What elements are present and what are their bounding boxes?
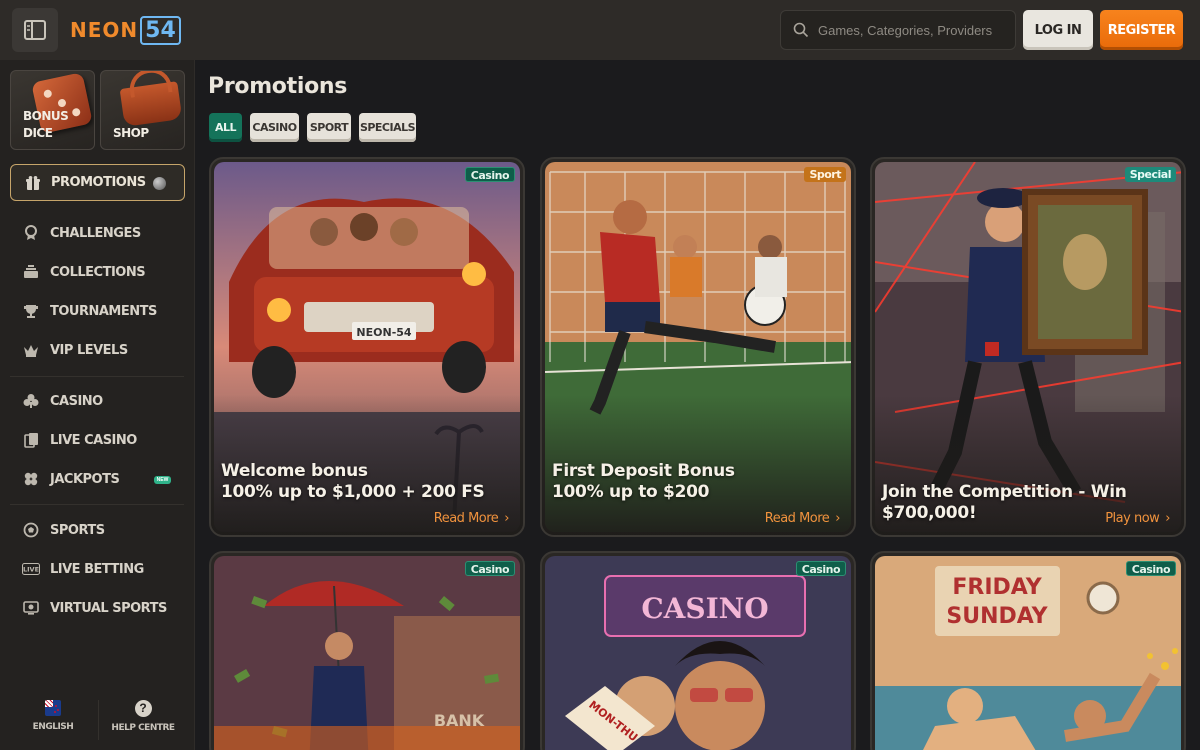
promo-card-casino-2[interactable]: CASINO MON-THU Casino [540, 551, 856, 750]
filter-specials[interactable]: SPECIALS [359, 113, 416, 142]
sidebar: BONUS DICE SHOP PROMOTIONS CHALLENGES COL… [0, 60, 195, 750]
coin-icon [153, 177, 166, 190]
license-plate-text: NEON-54 [356, 326, 411, 339]
sidebar-item-live-betting[interactable]: LIVE LIVE BETTING [22, 560, 144, 578]
logo-number: 54 [140, 15, 181, 45]
language-label: ENGLISH [32, 722, 74, 732]
category-badge: Special [1124, 167, 1176, 182]
category-badge: Casino [464, 561, 515, 576]
live-icon: LIVE [22, 560, 40, 578]
crown-icon [22, 341, 40, 359]
sidebar-item-live-casino[interactable]: LIVE CASINO [22, 431, 137, 449]
filter-all[interactable]: ALL [209, 113, 242, 142]
nz-flag-icon [45, 700, 61, 716]
collection-icon [22, 263, 40, 281]
help-label: HELP CENTRE [111, 723, 175, 733]
category-badge: Casino [464, 167, 515, 182]
promo-card-casino-1[interactable]: BANK Casino [209, 551, 525, 750]
chevron-right-icon: › [835, 511, 840, 526]
clover-icon [22, 470, 40, 488]
site-logo[interactable]: NEON 54 [70, 14, 181, 46]
sidebar-item-virtual-sports[interactable]: VIRTUAL SPORTS [22, 599, 167, 617]
promo-card-first-deposit-bonus[interactable]: Sport First Deposit Bonus 100% up to $200… [540, 157, 856, 537]
sunday-text: SUNDAY [946, 604, 1048, 629]
read-more-link[interactable]: Read More › [765, 511, 841, 526]
bonus-dice-tile[interactable]: BONUS DICE [10, 70, 95, 150]
sidebar-item-sports[interactable]: SPORTS [22, 521, 105, 539]
filter-sport[interactable]: SPORT [307, 113, 351, 142]
friday-text: FRIDAY [952, 575, 1042, 600]
login-button[interactable]: LOG IN [1023, 10, 1093, 50]
sidebar-item-challenges[interactable]: CHALLENGES [22, 224, 141, 242]
filter-casino[interactable]: CASINO [250, 113, 299, 142]
club-icon [22, 392, 40, 410]
shop-label: SHOP [113, 126, 149, 140]
promo-card-welcome-bonus[interactable]: NEON-54 Casino Welcome bonus 100% up to $… [209, 157, 525, 537]
register-button[interactable]: REGISTER [1100, 10, 1183, 50]
page-title: Promotions [208, 74, 348, 99]
sidebar-item-label: CASINO [50, 393, 103, 409]
sidebar-item-tournaments[interactable]: TOURNAMENTS [22, 302, 157, 320]
sidebar-item-label: SPORTS [50, 522, 105, 538]
basket-icon [119, 81, 183, 127]
shop-tile[interactable]: SHOP [100, 70, 185, 150]
virtual-sports-icon [22, 599, 40, 617]
category-badge: Casino [1125, 561, 1176, 576]
help-icon: ? [134, 700, 152, 717]
sidebar-item-label: LIVE CASINO [50, 432, 137, 448]
sidebar-item-label: TOURNAMENTS [50, 303, 157, 319]
gift-icon [26, 175, 40, 190]
promo-title: First Deposit Bonus 100% up to $200 [552, 461, 735, 502]
search-placeholder: Games, Categories, Providers [818, 22, 993, 38]
sidebar-toggle-button[interactable] [12, 8, 58, 52]
top-bar: NEON 54 Games, Categories, Providers LOG… [0, 0, 1200, 60]
sidebar-item-label: VIRTUAL SPORTS [50, 600, 167, 616]
medal-icon [22, 224, 40, 242]
language-selector[interactable]: ENGLISH [8, 700, 98, 732]
promo-card-competition[interactable]: Special Join the Competition - Win $700,… [870, 157, 1186, 537]
read-more-link[interactable]: Read More › [434, 511, 510, 526]
promo-card-image: CASINO MON-THU [545, 556, 851, 750]
live-cards-icon [22, 431, 40, 449]
sidebar-item-label: COLLECTIONS [50, 264, 146, 280]
category-badge: Sport [804, 167, 846, 182]
help-centre-link[interactable]: ? HELP CENTRE [98, 700, 188, 733]
sidebar-item-label: PROMOTIONS [51, 175, 146, 190]
promo-card-image: FRIDAY SUNDAY [875, 556, 1181, 750]
casino-sign-text: CASINO [641, 592, 768, 625]
sidebar-item-promotions[interactable]: PROMOTIONS [10, 164, 185, 201]
chevron-right-icon: › [504, 511, 509, 526]
sidebar-item-label: VIP LEVELS [50, 342, 128, 358]
sidebar-item-jackpots[interactable]: JACKPOTS [22, 470, 120, 488]
search-input[interactable]: Games, Categories, Providers [780, 10, 1016, 50]
sidebar-item-label: JACKPOTS [50, 471, 120, 487]
bonus-dice-label: BONUS DICE [23, 109, 69, 140]
svg-text:LIVE: LIVE [23, 566, 39, 574]
sidebar-toggle-icon [24, 20, 46, 40]
sidebar-item-collections[interactable]: COLLECTIONS [22, 263, 146, 281]
promo-title: Welcome bonus 100% up to $1,000 + 200 FS [221, 461, 485, 502]
football-icon [22, 521, 40, 539]
chevron-right-icon: › [1165, 511, 1170, 526]
promo-card-casino-3[interactable]: FRIDAY SUNDAY Casino [870, 551, 1186, 750]
search-icon [793, 22, 809, 38]
trophy-icon [22, 302, 40, 320]
sidebar-item-label: CHALLENGES [50, 225, 141, 241]
category-badge: Casino [795, 561, 846, 576]
sidebar-item-label: LIVE BETTING [50, 561, 144, 577]
sidebar-item-vip-levels[interactable]: VIP LEVELS [22, 341, 128, 359]
new-badge: NEW [154, 476, 171, 484]
sidebar-divider [10, 376, 184, 377]
sidebar-divider [10, 504, 184, 505]
sidebar-item-casino[interactable]: CASINO [22, 392, 103, 410]
play-now-link[interactable]: Play now › [1105, 511, 1170, 526]
promo-card-image: BANK [214, 556, 520, 750]
logo-text: NEON [70, 18, 139, 42]
